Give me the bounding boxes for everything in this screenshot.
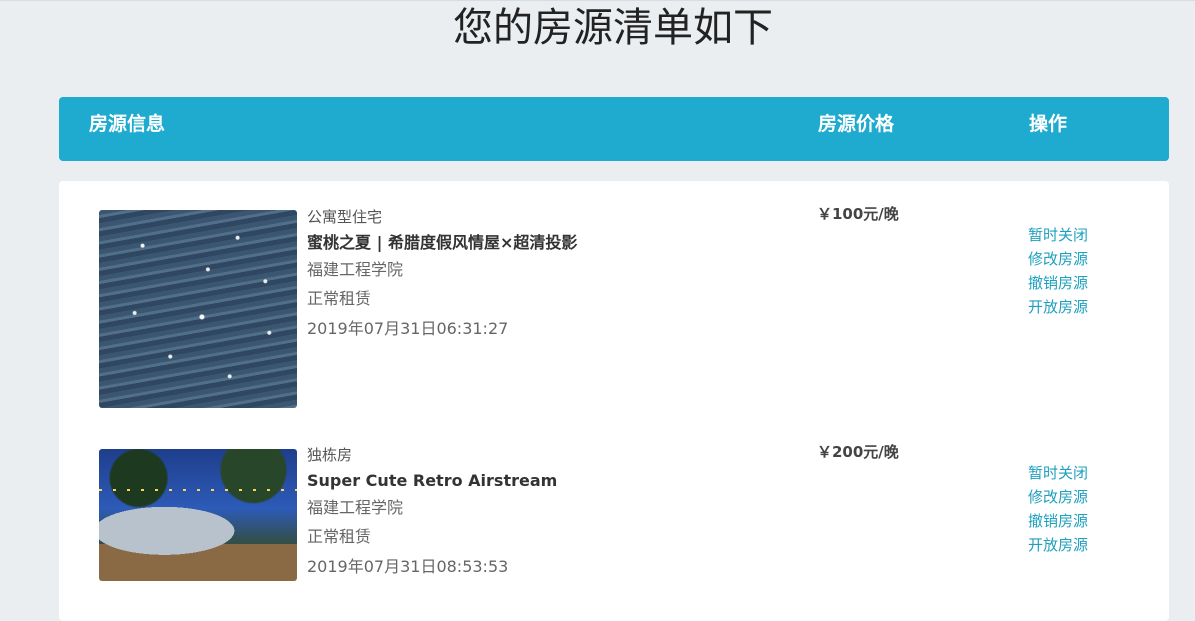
- listing-title[interactable]: Super Cute Retro Airstream: [307, 470, 557, 492]
- listing-price: ￥200元/晚: [817, 443, 899, 461]
- header-info-label: 房源信息: [89, 113, 166, 135]
- revoke-listing-link[interactable]: 撤销房源: [1028, 271, 1088, 295]
- header-ops-label: 操作: [1029, 113, 1068, 135]
- edit-listing-link[interactable]: 修改房源: [1028, 485, 1088, 509]
- listing-type: 公寓型住宅: [307, 208, 383, 226]
- listing-card: 公寓型住宅 蜜桃之夏 | 希腊度假风情屋×超清投影 福建工程学院 正常租赁 20…: [59, 181, 1169, 621]
- page-title: 您的房源清单如下: [453, 5, 773, 51]
- listing-row: 独栋房 Super Cute Retro Airstream 福建工程学院 正常…: [59, 419, 1169, 619]
- listing-title[interactable]: 蜜桃之夏 | 希腊度假风情屋×超清投影: [307, 232, 577, 254]
- close-temporarily-link[interactable]: 暂时关闭: [1028, 461, 1088, 485]
- listing-status: 正常租赁: [307, 289, 372, 308]
- top-divider: [0, 0, 1195, 1]
- open-listing-link[interactable]: 开放房源: [1028, 295, 1088, 319]
- open-listing-link[interactable]: 开放房源: [1028, 533, 1088, 557]
- listing-price: ￥100元/晚: [817, 205, 899, 223]
- listing-actions: 暂时关闭 修改房源 撤销房源 开放房源: [1028, 223, 1088, 319]
- listing-actions: 暂时关闭 修改房源 撤销房源 开放房源: [1028, 461, 1088, 557]
- listing-address: 福建工程学院: [307, 498, 404, 517]
- listing-address: 福建工程学院: [307, 260, 404, 279]
- close-temporarily-link[interactable]: 暂时关闭: [1028, 223, 1088, 247]
- listing-row: 公寓型住宅 蜜桃之夏 | 希腊度假风情屋×超清投影 福建工程学院 正常租赁 20…: [59, 181, 1169, 408]
- listing-thumbnail[interactable]: [99, 210, 297, 408]
- listing-status: 正常租赁: [307, 527, 372, 546]
- header-price-label: 房源价格: [818, 113, 895, 135]
- listing-time: 2019年07月31日06:31:27: [307, 319, 509, 338]
- edit-listing-link[interactable]: 修改房源: [1028, 247, 1088, 271]
- table-header: 房源信息 房源价格 操作: [59, 97, 1169, 161]
- revoke-listing-link[interactable]: 撤销房源: [1028, 509, 1088, 533]
- listing-thumbnail[interactable]: [99, 449, 297, 581]
- listing-type: 独栋房: [307, 446, 353, 464]
- listing-time: 2019年07月31日08:53:53: [307, 557, 509, 576]
